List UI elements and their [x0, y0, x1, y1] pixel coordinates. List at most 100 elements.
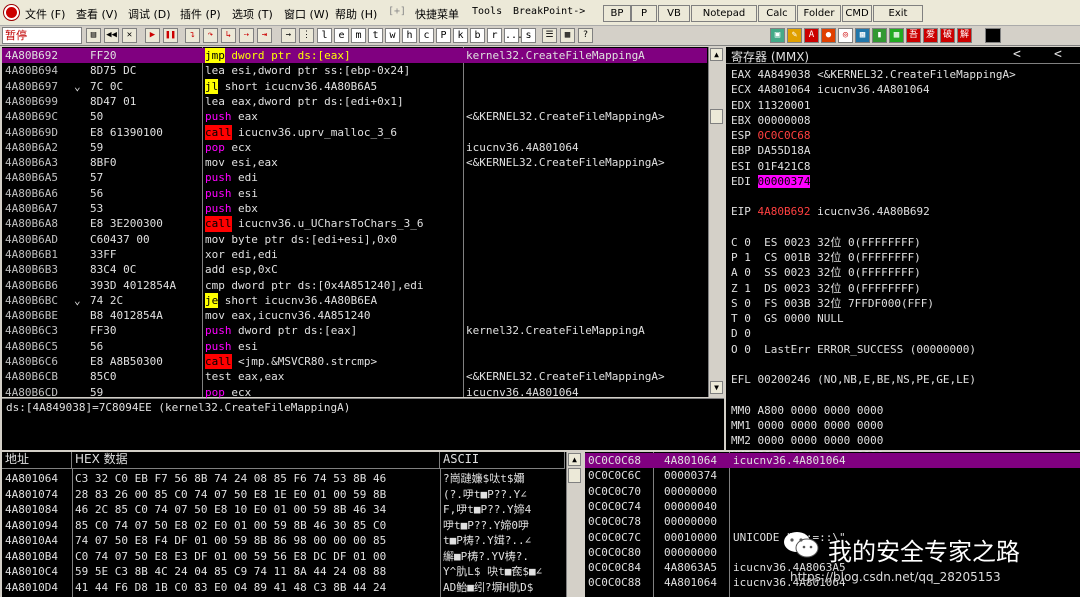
disasm-row[interactable]: 4A80B6A2 59 pop ecx icucnv36.4A801064 — [2, 140, 707, 155]
dump-scrollbar[interactable]: ▲ — [566, 452, 582, 597]
rewind-icon[interactable]: ◀◀ — [104, 28, 119, 43]
pause-icon[interactable]: ❚❚ — [163, 28, 178, 43]
letter-r-button[interactable]: r — [487, 28, 502, 43]
letter-l-button[interactable]: l — [317, 28, 332, 43]
register-line[interactable]: EDX 11320001 — [731, 98, 810, 113]
plugin-icon[interactable]: ✎ — [787, 28, 802, 43]
letter-h-button[interactable]: h — [402, 28, 417, 43]
dump-hex[interactable]: 46 2C 85 C0 74 07 50 E8 10 E0 01 00 59 8… — [75, 502, 386, 517]
letter-c-button[interactable]: c — [419, 28, 434, 43]
disasm-scrollbar[interactable]: ▲ ▼ — [708, 47, 724, 397]
dump-hex[interactable]: C0 74 07 50 E8 E3 DF 01 00 59 56 E8 DC D… — [75, 549, 386, 564]
dump-ascii[interactable]: Y^肍L$ 吷t■奃$■∠ — [443, 564, 565, 579]
open-icon[interactable]: ▤ — [86, 28, 101, 43]
green-icon[interactable]: ▦ — [889, 28, 904, 43]
target-icon[interactable]: ◎ — [838, 28, 853, 43]
dump-ascii[interactable]: ?崗蹥嬚$呔t$嬭 — [443, 471, 565, 486]
disasm-row[interactable]: 4A80B69C 50 push eax <&KERNEL32.CreateFileM… — [2, 109, 707, 124]
step-into-icon[interactable]: ↴ — [185, 28, 200, 43]
disasm-row[interactable]: 4A80B6A3 8BF0 mov esi,eax <&KERNEL32.Create… — [2, 155, 707, 170]
register-value[interactable]: 4A80B692 — [758, 205, 811, 218]
dump-hex[interactable]: 85 C0 74 07 50 E8 02 E0 01 00 59 8B 46 3… — [75, 518, 386, 533]
register-line[interactable]: ESI 01F421C8 — [731, 159, 810, 174]
register-line[interactable]: S 0 FS 003B 32位 7FFDF000(FFF) — [731, 296, 934, 311]
dump-ascii[interactable]: (?.吚t■P??.Y∠ — [443, 487, 565, 502]
execute-till-return-icon[interactable]: ⇥ — [257, 28, 272, 43]
dump-ascii[interactable]: 繲■P梼?.YV梼?. — [443, 549, 565, 564]
scroll-up-icon[interactable]: ▲ — [710, 48, 723, 61]
disasm-row[interactable]: 4A80B697 ⌄ 7C 0C jl short icucnv36.4A80B6A5 — [2, 78, 707, 94]
stack-row[interactable]: 0C0C0C74 00000040 — [585, 499, 1080, 514]
dump-header-ascii[interactable]: ASCII — [440, 452, 565, 469]
help-icon[interactable]: ? — [578, 28, 593, 43]
register-line[interactable]: EFL 00200246 (NO,NB,E,BE,NS,PE,GE,LE) — [731, 372, 976, 387]
register-line[interactable]: P 1 CS 001B 32位 0(FFFFFFFF) — [731, 250, 921, 265]
dump-address[interactable]: 4A8010D4 — [5, 580, 58, 595]
p-button[interactable]: P — [631, 5, 657, 22]
dump-scroll-up-icon[interactable]: ▲ — [568, 453, 581, 466]
dump-hex[interactable]: C3 32 C0 EB F7 56 8B 74 24 08 85 F6 74 5… — [75, 471, 386, 486]
disasm-row[interactable]: 4A80B6A8 E8 3E200300 call icucnv36.u_UChar… — [2, 216, 707, 232]
chart-icon[interactable]: ▮ — [872, 28, 887, 43]
disasm-row[interactable]: 4A80B694 8D75 DC lea esi,dword ptr ss:[ebp… — [2, 63, 707, 78]
menu-file[interactable]: 文件 (F) — [25, 6, 65, 22]
register-line[interactable]: EIP 4A80B692 icucnv36.4A80B692 — [731, 204, 930, 219]
disasm-row[interactable]: 4A80B6A6 56 push esi — [2, 186, 707, 201]
stack-row[interactable]: 0C0C0C68 4A801064 icucnv36.4A801064 — [585, 453, 1080, 468]
disassembly-pane[interactable]: 4A80B692 FF20 jmp dword ptr ds:[eax] kernel… — [2, 47, 724, 399]
disasm-row[interactable]: 4A80B699 8D47 01 lea eax,dword ptr ds:[edi… — [2, 94, 707, 109]
disasm-row[interactable]: 4A80B6AD C60437 00 mov byte ptr ds:[edi+es… — [2, 232, 707, 247]
register-line[interactable]: O 0 LastErr ERROR_SUCCESS (00000000) — [731, 342, 976, 357]
calc-button[interactable]: Calc — [758, 5, 796, 22]
run-icon[interactable]: ▶ — [145, 28, 160, 43]
disasm-row[interactable]: 4A80B6B6 393D 4012854A cmp dword ptr ds:[0… — [2, 278, 707, 293]
ai-icon[interactable]: 爱 — [923, 28, 938, 43]
disasm-row[interactable]: 4A80B6C3 FF30 push dword ptr ds:[eax] kerne… — [2, 323, 707, 338]
dump-header-address[interactable]: 地址 — [2, 452, 72, 469]
register-line[interactable]: A 0 SS 0023 32位 0(FFFFFFFF) — [731, 265, 921, 280]
bp-button[interactable]: BP — [603, 5, 631, 22]
disasm-row[interactable]: 4A80B6B3 83C4 0C add esp,0xC — [2, 262, 707, 277]
letter-s-button[interactable]: s — [521, 28, 536, 43]
scroll-thumb[interactable] — [710, 109, 723, 124]
register-line[interactable]: EDI 00000374 — [731, 174, 811, 189]
dump-ascii[interactable]: F,吚t■P??.Y媂4 — [443, 502, 565, 517]
dump-hex[interactable]: 28 83 26 00 85 C0 74 07 50 E8 1E E0 01 0… — [75, 487, 386, 502]
register-line[interactable]: T 0 GS 0000 NULL — [731, 311, 844, 326]
photo-icon[interactable]: ▩ — [855, 28, 870, 43]
dump-scroll-thumb[interactable] — [568, 468, 581, 483]
more-icon[interactable]: ⋮ — [299, 28, 314, 43]
letter-e-button[interactable]: e — [334, 28, 349, 43]
menu-expand[interactable]: [+] — [388, 6, 406, 17]
register-line[interactable]: EBX 00000008 — [731, 113, 810, 128]
registers-pane[interactable]: 寄存器 (MMX) < < EAX 4A849038 <&KERNEL32.Cr… — [726, 47, 1080, 478]
register-line[interactable]: MM2 0000 0000 0000 0000 — [731, 433, 883, 448]
stack-row[interactable]: 0C0C0C6C 00000374 — [585, 468, 1080, 483]
dump-address[interactable]: 4A8010A4 — [5, 533, 58, 548]
app-icon[interactable] — [4, 5, 19, 20]
dump-hex[interactable]: 74 07 50 E8 F4 DF 01 00 59 8B 86 98 00 0… — [75, 533, 386, 548]
trace-into-icon[interactable]: ↳ — [221, 28, 236, 43]
register-line[interactable]: ESP 0C0C0C68 — [731, 128, 810, 143]
register-line[interactable]: Z 1 DS 0023 32位 0(FFFFFFFF) — [731, 281, 921, 296]
menu-window[interactable]: 窗口 (W) — [284, 6, 329, 22]
menu-options[interactable]: 选项 (T) — [232, 6, 273, 22]
letter-p-button[interactable]: P — [436, 28, 451, 43]
registers-next-icon[interactable]: < — [1054, 47, 1062, 62]
dump-address[interactable]: 4A801064 — [5, 471, 58, 486]
register-line[interactable]: EBP DA55D18A — [731, 143, 810, 158]
menu-view[interactable]: 查看 (V) — [76, 6, 118, 22]
menu-shortcut[interactable]: 快捷菜单 — [415, 6, 459, 22]
disasm-row[interactable]: 4A80B6BE B8 4012854A mov eax,icucnv36.4A85… — [2, 308, 707, 323]
register-value[interactable]: 00000374 — [757, 174, 811, 188]
letter-w-button[interactable]: w — [385, 28, 400, 43]
dump-header-hex[interactable]: HEX 数据 — [72, 452, 440, 469]
register-line[interactable]: ECX 4A801064 icucnv36.4A801064 — [731, 82, 930, 97]
folder-button[interactable]: Folder — [797, 5, 841, 22]
register-line[interactable]: D 0 — [731, 326, 751, 341]
dump-ascii[interactable]: AD鲐■纼?塀H肍D$ — [443, 580, 565, 595]
disasm-row[interactable]: 4A80B6A5 57 push edi — [2, 170, 707, 185]
close-icon[interactable]: ✕ — [122, 28, 137, 43]
registers-prev-icon[interactable]: < — [1013, 47, 1021, 62]
disasm-row[interactable]: 4A80B6B1 33FF xor edi,edi — [2, 247, 707, 262]
